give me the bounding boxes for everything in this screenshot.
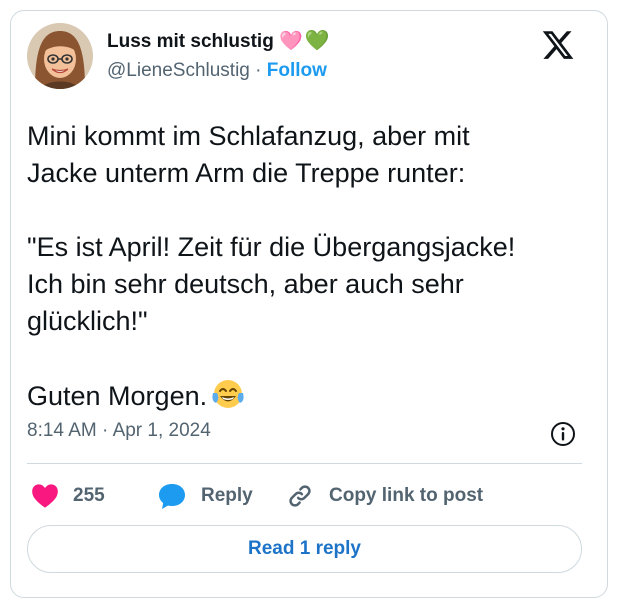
- tweet-time[interactable]: 8:14 AM: [27, 420, 97, 441]
- author-name[interactable]: Luss mit schlustig 🩷 💚: [107, 28, 330, 53]
- reply-label: Reply: [201, 485, 253, 506]
- tweet-line: Guten Morgen.: [27, 381, 208, 411]
- tears-of-joy-emoji-icon: [211, 377, 245, 421]
- author-name-text: Luss mit schlustig 🩷: [107, 31, 303, 52]
- copy-link-label: Copy link to post: [329, 485, 484, 506]
- tweet-line: Jacke unterm Arm die Treppe runter:: [27, 158, 466, 188]
- tweet-line: Mini kommt im Schlafanzug, aber mit: [27, 121, 470, 151]
- like-count: 255: [73, 485, 105, 506]
- speech-bubble-icon: [159, 484, 185, 509]
- tweet-line: glücklich!": [27, 306, 148, 336]
- author-avatar[interactable]: [27, 23, 93, 89]
- tweet-line: Ich bin sehr deutsch, aber auch sehr: [27, 269, 464, 299]
- author-handle[interactable]: @LieneSchlustig: [107, 60, 250, 81]
- green-heart-emoji: 💚: [304, 30, 330, 52]
- copy-link-button[interactable]: Copy link to post: [285, 481, 483, 511]
- author-handle-row: @LieneSchlustig · Follow: [107, 60, 327, 82]
- tweet-line: "Es ist April! Zeit für die Übergangsjac…: [27, 232, 516, 262]
- read-replies-button[interactable]: Read 1 reply: [27, 525, 582, 573]
- tweet-date[interactable]: Apr 1, 2024: [113, 420, 211, 441]
- tweet-meta: 8:14 AM · Apr 1, 2024: [27, 420, 211, 442]
- meta-separator: ·: [102, 420, 109, 441]
- like-button[interactable]: 255: [31, 481, 105, 511]
- avatar-cartoon-woman-icon: [27, 23, 93, 89]
- reply-button[interactable]: Reply: [157, 481, 253, 511]
- link-icon: [289, 485, 311, 507]
- tweet-text: Mini kommt im Schlafanzug, aber mit Jack…: [27, 118, 582, 421]
- handle-separator: ·: [255, 60, 262, 81]
- x-logo-icon[interactable]: [541, 28, 575, 62]
- follow-button[interactable]: Follow: [267, 60, 327, 81]
- tweet-line-last: Guten Morgen.: [27, 377, 582, 421]
- divider: [27, 463, 582, 464]
- info-icon[interactable]: [548, 419, 578, 449]
- heart-icon: [32, 484, 58, 508]
